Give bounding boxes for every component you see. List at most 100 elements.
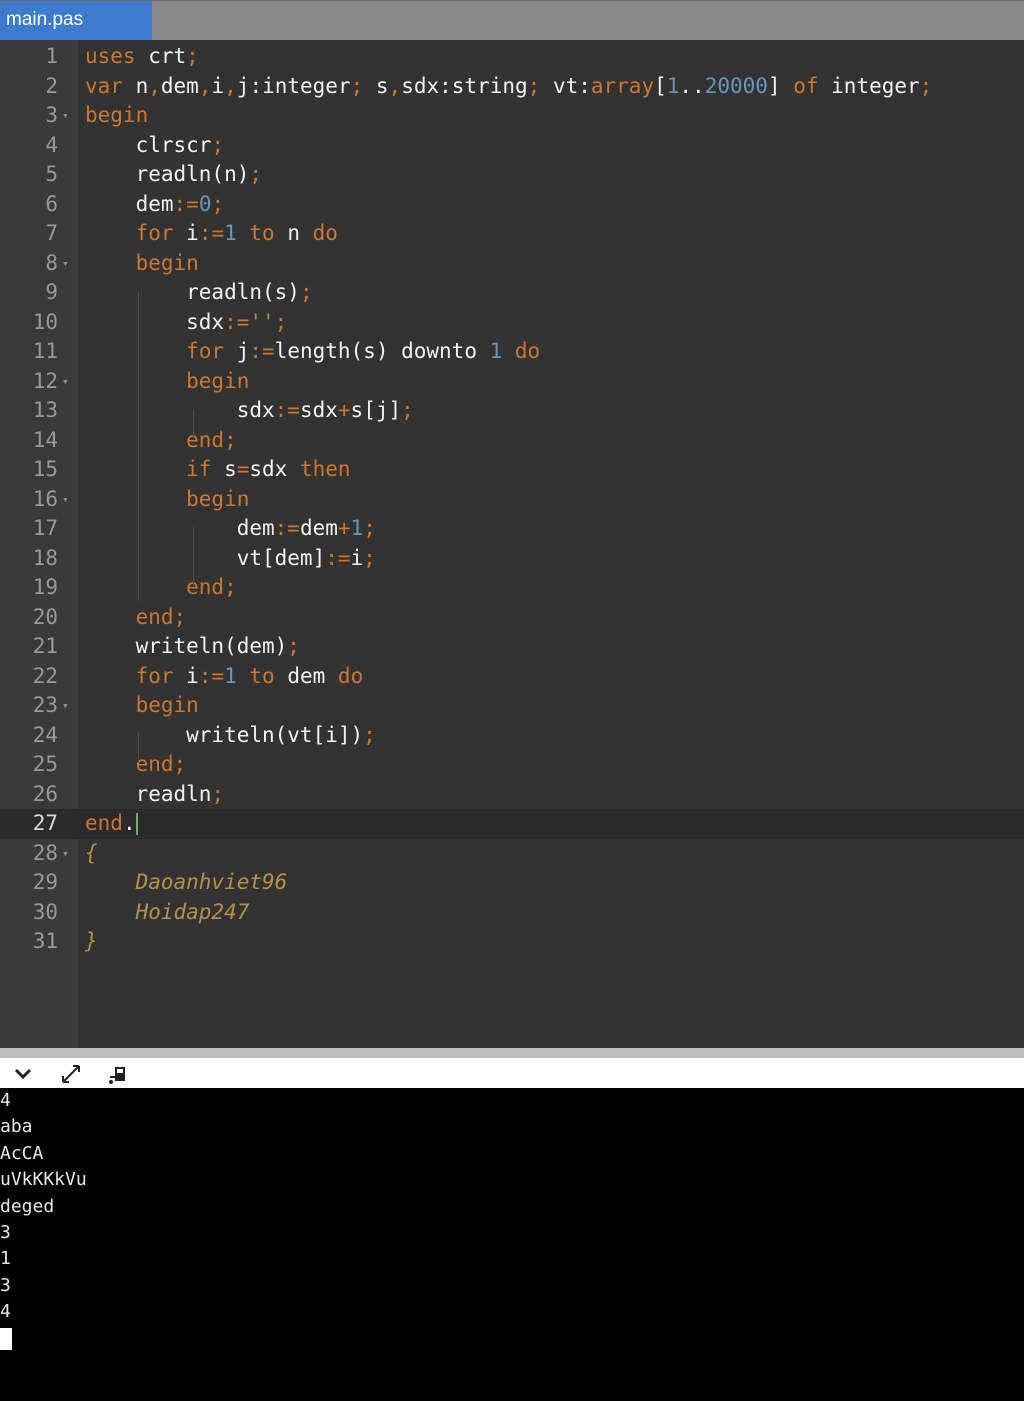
line-number: 6: [45, 191, 58, 216]
code-line[interactable]: 24 writeln(vt[i]);: [0, 721, 1024, 751]
output-console[interactable]: 4 aba AcCA uVkKKkVu deged 3 1 3 4: [0, 1088, 1024, 1401]
code-text: begin: [85, 103, 149, 127]
console-output-line: 3: [0, 1222, 11, 1243]
console-output-line: AcCA: [0, 1142, 44, 1164]
line-number: 5: [45, 162, 58, 186]
code-line[interactable]: 7 for i:=1 to n do: [0, 219, 1024, 249]
code-text: clrscr;: [85, 132, 225, 157]
code-text: sdx:=sdx+s[j];: [85, 398, 414, 422]
line-number: 28: [32, 840, 58, 865]
code-line[interactable]: 18 vt[dem]:=i;: [0, 544, 1024, 574]
code-line[interactable]: 10 sdx:='';: [0, 308, 1024, 338]
code-text: writeln(vt[i]);: [85, 722, 376, 747]
code-line[interactable]: 22 for i:=1 to dem do: [0, 662, 1024, 692]
code-text: Daoanhviet96: [85, 870, 288, 894]
code-line[interactable]: 28 ▾ {: [0, 839, 1024, 869]
line-number: 29: [32, 870, 58, 894]
line-number: 18: [32, 545, 58, 570]
code-line[interactable]: 3 ▾ begin: [0, 101, 1024, 131]
line-number: 10: [32, 309, 58, 334]
code-line[interactable]: 9 readln(s);: [0, 278, 1024, 308]
fold-arrow-icon[interactable]: ▾: [62, 485, 72, 515]
indent-guide: [138, 291, 139, 601]
code-line[interactable]: 25 end;: [0, 750, 1024, 780]
line-number: 8: [45, 250, 58, 275]
code-text: end.: [85, 811, 138, 835]
line-number: 24: [32, 722, 58, 747]
code-line[interactable]: 2 var n,dem,i,j:integer; s,sdx:string; vt…: [0, 72, 1024, 102]
console-output-line: deged: [0, 1195, 55, 1217]
code-line[interactable]: 11 for j:=length(s) downto 1 do: [0, 337, 1024, 367]
code-text: end;: [85, 427, 237, 452]
line-number: 15: [32, 457, 58, 481]
line-number: 4: [45, 132, 58, 157]
fold-arrow-icon[interactable]: ▾: [62, 839, 72, 869]
line-number: 21: [32, 634, 58, 658]
code-line[interactable]: 23 ▾ begin: [0, 691, 1024, 721]
code-text: dem:=0;: [85, 191, 225, 216]
console-cursor: [0, 1328, 12, 1350]
line-number: 11: [32, 339, 58, 363]
tab-main-pas[interactable]: main.pas: [0, 1, 152, 41]
expand-icon[interactable]: [58, 1062, 84, 1086]
code-line[interactable]: 13 sdx:=sdx+s[j];: [0, 396, 1024, 426]
code-line[interactable]: 1 uses crt;: [0, 42, 1024, 72]
code-text: end;: [85, 604, 187, 629]
code-line[interactable]: 6 dem:=0;: [0, 190, 1024, 220]
code-text: begin: [85, 368, 250, 393]
code-text: dem:=dem+1;: [85, 516, 376, 540]
code-line[interactable]: 31}: [0, 927, 1024, 957]
tab-bar: main.pas: [0, 0, 1024, 41]
code-line[interactable]: 21 writeln(dem);: [0, 632, 1024, 662]
fold-arrow-icon[interactable]: ▾: [62, 367, 72, 397]
code-line[interactable]: 20 end;: [0, 603, 1024, 633]
code-line[interactable]: 26 readln;: [0, 780, 1024, 810]
code-text: if s=sdx then: [85, 457, 351, 481]
line-number: 7: [45, 221, 58, 245]
chevron-down-icon[interactable]: [10, 1062, 36, 1086]
code-text: var n,dem,i,j:integer; s,sdx:string; vt:…: [85, 73, 933, 98]
line-number: 17: [32, 516, 58, 540]
line-number: 1: [45, 44, 58, 68]
fold-arrow-icon[interactable]: ▾: [62, 691, 72, 721]
line-number: 23: [32, 693, 58, 717]
code-text: sdx:='';: [85, 309, 288, 334]
console-toolbar: [0, 1058, 1024, 1088]
code-text: begin: [85, 250, 199, 275]
fold-arrow-icon[interactable]: ▾: [62, 101, 72, 131]
panel-splitter[interactable]: [0, 1048, 1024, 1058]
code-text: end;: [85, 752, 187, 776]
fold-arrow-icon[interactable]: ▾: [62, 249, 72, 279]
code-line[interactable]: 4 clrscr;: [0, 131, 1024, 161]
code-text: end;: [85, 575, 237, 599]
line-number: 9: [45, 280, 58, 304]
indent-guide: [193, 409, 194, 439]
code-line[interactable]: 19 end;: [0, 573, 1024, 603]
stop-icon[interactable]: [105, 1062, 131, 1086]
code-line[interactable]: 30 Hoidap247: [0, 898, 1024, 928]
code-line[interactable]: 27 end.: [0, 809, 1024, 839]
code-line[interactable]: 8 ▾ begin: [0, 249, 1024, 279]
code-line[interactable]: 5 readln(n);: [0, 160, 1024, 190]
code-line[interactable]: 15 if s=sdx then: [0, 455, 1024, 485]
code-line[interactable]: 14 end;: [0, 426, 1024, 456]
console-output-line: 1: [0, 1248, 11, 1270]
code-line[interactable]: 12 ▾ begin: [0, 367, 1024, 397]
line-number: 16: [32, 486, 58, 511]
line-number: 25: [32, 752, 58, 776]
line-number: 20: [32, 604, 58, 629]
line-number: 2: [45, 73, 58, 98]
code-line[interactable]: 29 Daoanhviet96: [0, 868, 1024, 898]
line-number: 19: [32, 575, 58, 599]
line-number: 27: [32, 811, 58, 835]
code-line[interactable]: 17 dem:=dem+1;: [0, 514, 1024, 544]
code-text: for i:=1 to dem do: [85, 663, 364, 688]
line-number: 14: [32, 427, 58, 452]
console-output-line: uVkKKkVu: [0, 1169, 87, 1191]
code-text: }: [85, 929, 98, 953]
text-caret: [135, 813, 138, 835]
code-editor[interactable]: 1 uses crt; 2 var n,dem,i,j:integer; s,sdx:…: [0, 40, 1024, 1048]
code-line[interactable]: 16 ▾ begin: [0, 485, 1024, 515]
code-text: readln;: [85, 781, 225, 806]
code-text: Hoidap247: [85, 899, 250, 924]
